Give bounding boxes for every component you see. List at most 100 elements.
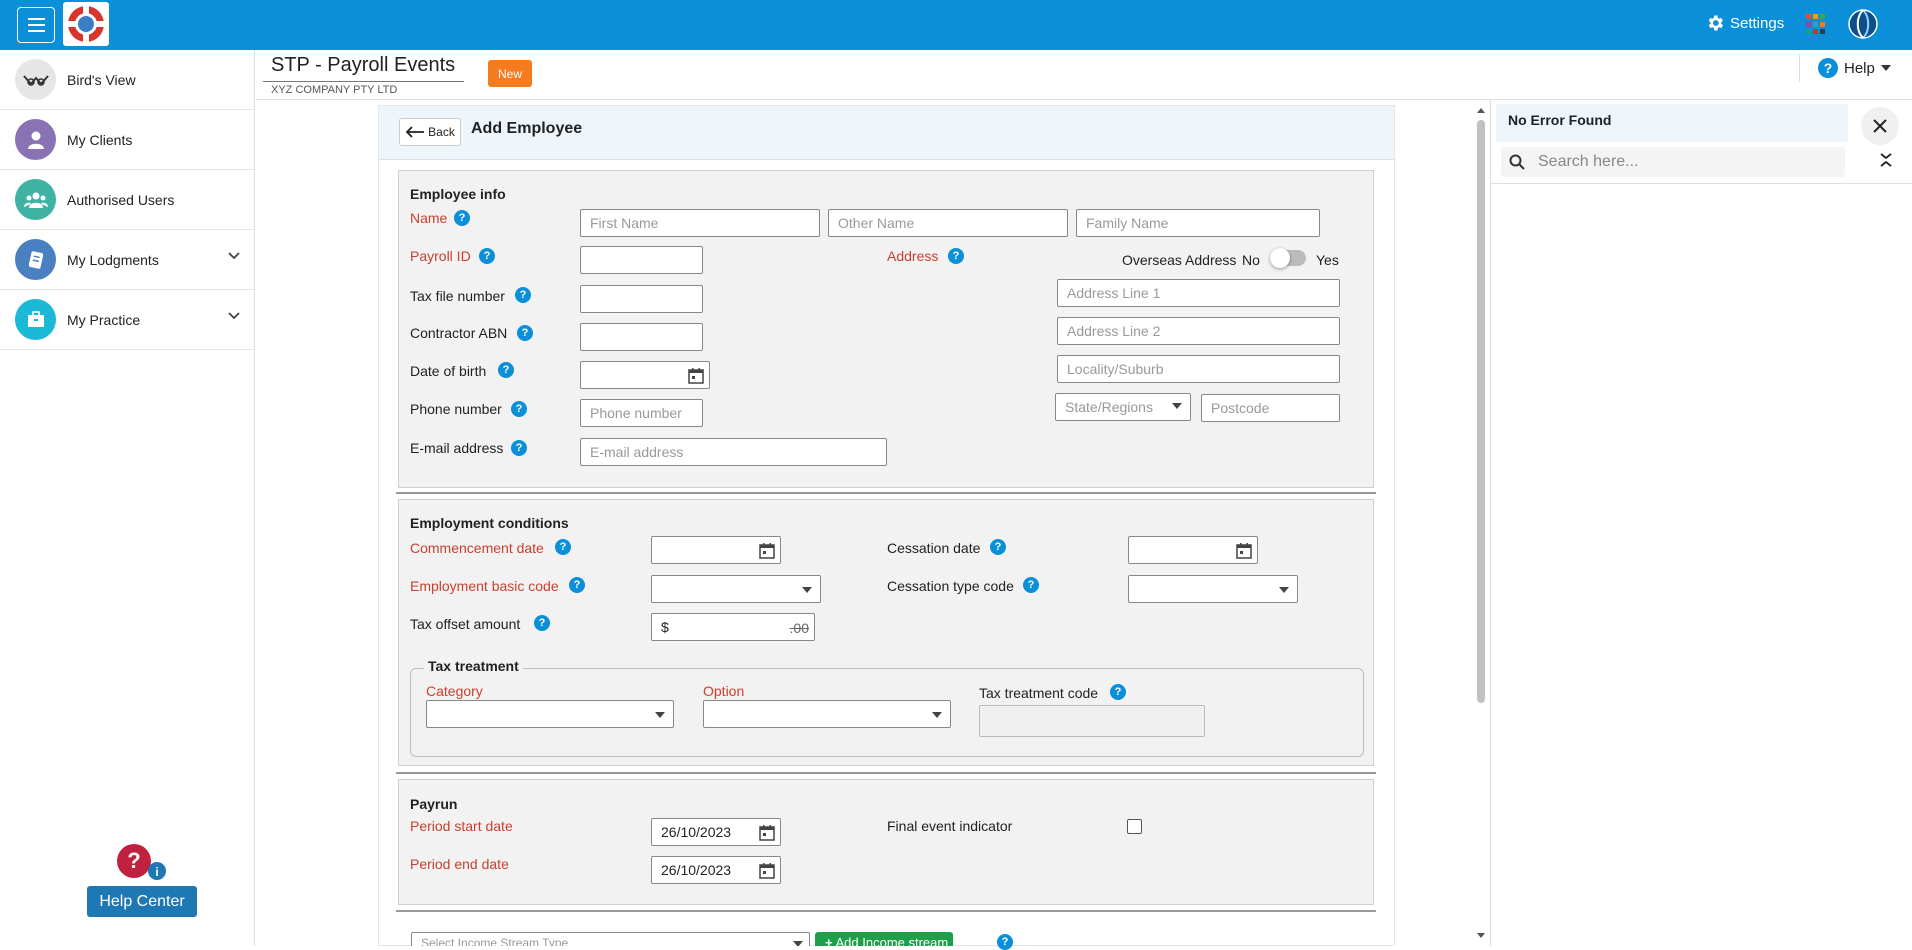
cents-suffix: .00 <box>789 620 809 636</box>
back-button[interactable]: Back <box>399 118 461 146</box>
plus-icon: + <box>825 935 833 946</box>
user-avatar-icon[interactable] <box>1848 9 1878 39</box>
sidebar-item-my-clients[interactable]: My Clients <box>0 110 254 170</box>
overseas-address-toggle[interactable] <box>1270 248 1306 268</box>
overseas-address-label: Overseas Address <box>1122 252 1237 268</box>
svg-text:i: i <box>155 865 158 879</box>
settings-button[interactable]: Settings <box>1705 13 1784 33</box>
gear-icon <box>1708 15 1723 31</box>
family-name-input[interactable]: Family Name <box>1076 209 1320 237</box>
users-group-icon <box>15 179 56 220</box>
email-address-label: E-mail address <box>410 440 504 456</box>
help-icon[interactable]: ? <box>569 577 585 593</box>
contractor-abn-label: Contractor ABN <box>410 325 508 341</box>
address-label: Address <box>887 248 939 264</box>
income-stream-type-select[interactable]: Select Income Stream Type <box>411 932 810 946</box>
tax-treatment-legend: Tax treatment <box>424 658 523 674</box>
help-icon[interactable]: ? <box>511 401 527 417</box>
help-icon: ? <box>1818 58 1838 78</box>
calendar-icon[interactable] <box>758 862 776 880</box>
user-icon <box>15 119 56 160</box>
help-icon[interactable]: ? <box>1023 577 1039 593</box>
tax-offset-amount-input[interactable]: $ .00 <box>651 613 815 641</box>
calendar-icon[interactable] <box>687 367 705 385</box>
date-of-birth-input[interactable] <box>580 361 710 389</box>
other-name-input[interactable]: Other Name <box>828 209 1068 237</box>
chevron-down-icon[interactable] <box>228 312 240 320</box>
employment-basic-code-select[interactable] <box>651 575 821 603</box>
postcode-input[interactable]: Postcode <box>1201 394 1340 422</box>
state-regions-select[interactable]: State/Regions <box>1055 393 1191 421</box>
help-menu-button[interactable]: ? Help <box>1818 58 1891 78</box>
period-end-date-value: 26/10/2023 <box>661 862 732 878</box>
commencement-date-input[interactable] <box>651 536 781 564</box>
final-event-indicator-checkbox[interactable] <box>1127 819 1142 834</box>
cessation-type-code-select[interactable] <box>1128 575 1298 603</box>
category-label: Category <box>426 683 483 699</box>
error-status: No Error Found <box>1496 104 1848 142</box>
help-icon[interactable]: ? <box>534 615 550 631</box>
help-icon[interactable]: ? <box>511 440 527 456</box>
help-center-button[interactable]: Help Center <box>87 886 197 917</box>
close-panel-button[interactable] <box>1861 107 1899 145</box>
sidebar-item-birds-view[interactable]: Bird's View <box>0 50 254 110</box>
help-icon[interactable]: ? <box>515 287 531 303</box>
period-end-date-label: Period end date <box>410 856 509 872</box>
help-icon[interactable]: ? <box>997 934 1013 950</box>
add-income-stream-button[interactable]: + Add Income stream <box>815 932 953 946</box>
toggle-no-label: No <box>1242 252 1260 268</box>
calendar-icon[interactable] <box>758 824 776 842</box>
tax-file-number-input[interactable] <box>580 285 703 313</box>
locality-suburb-input[interactable]: Locality/Suburb <box>1057 355 1340 383</box>
collapse-icon[interactable] <box>1879 152 1893 168</box>
help-label: Help <box>1844 59 1875 77</box>
help-icon[interactable]: ? <box>990 539 1006 555</box>
menu-toggle-button[interactable] <box>17 7 55 43</box>
scroll-down-icon[interactable] <box>1476 932 1486 940</box>
apps-grid-icon[interactable] <box>1806 14 1827 35</box>
employment-basic-code-label: Employment basic code <box>410 578 559 594</box>
lifebuoy-logo-icon <box>67 5 105 43</box>
period-end-date-input[interactable]: 26/10/2023 <box>651 856 781 884</box>
category-select[interactable] <box>426 700 674 728</box>
sidebar-item-my-practice[interactable]: My Practice <box>0 290 254 350</box>
help-icon[interactable]: ? <box>479 248 495 264</box>
help-icon[interactable]: ? <box>498 362 514 378</box>
help-icon[interactable]: ? <box>948 248 964 264</box>
main-scrollbar[interactable] <box>1476 106 1486 940</box>
sidebar-item-label: My Lodgments <box>67 251 159 268</box>
address-line-2-input[interactable]: Address Line 2 <box>1057 317 1340 345</box>
help-icon[interactable]: ? <box>1110 684 1126 700</box>
period-start-date-input[interactable]: 26/10/2023 <box>651 818 781 846</box>
scrollbar-thumb[interactable] <box>1477 120 1485 703</box>
phone-number-input[interactable]: Phone number <box>580 399 703 427</box>
chevron-down-icon[interactable] <box>228 252 240 260</box>
caret-down-icon <box>793 941 803 946</box>
address-line-1-input[interactable]: Address Line 1 <box>1057 279 1340 307</box>
sidebar-item-my-lodgments[interactable]: My Lodgments <box>0 230 254 290</box>
email-address-input[interactable]: E-mail address <box>580 438 887 466</box>
help-icon[interactable]: ? <box>555 539 571 555</box>
period-start-date-value: 26/10/2023 <box>661 824 732 840</box>
app-logo[interactable] <box>63 2 109 46</box>
tax-file-number-label: Tax file number <box>410 288 505 304</box>
help-icon[interactable]: ? <box>454 210 470 226</box>
calendar-icon[interactable] <box>758 542 776 560</box>
help-center-icon: ? i <box>117 844 166 880</box>
search-icon <box>1509 154 1525 170</box>
scroll-up-icon[interactable] <box>1476 106 1486 114</box>
caret-down-icon <box>932 712 942 718</box>
help-icon[interactable]: ? <box>517 325 533 341</box>
cessation-date-input[interactable] <box>1128 536 1258 564</box>
first-name-input[interactable]: First Name <box>580 209 820 237</box>
contractor-abn-input[interactable] <box>580 323 703 351</box>
sidebar-item-authorised-users[interactable]: Authorised Users <box>0 170 254 230</box>
new-badge[interactable]: New <box>488 60 532 87</box>
option-select[interactable] <box>703 700 951 728</box>
svg-text:?: ? <box>127 848 140 873</box>
payrun-section <box>398 779 1374 905</box>
calendar-icon[interactable] <box>1235 542 1253 560</box>
form-title: Add Employee <box>471 120 583 137</box>
payroll-id-input[interactable] <box>580 246 703 274</box>
error-search-input[interactable]: Search here... <box>1501 147 1845 177</box>
